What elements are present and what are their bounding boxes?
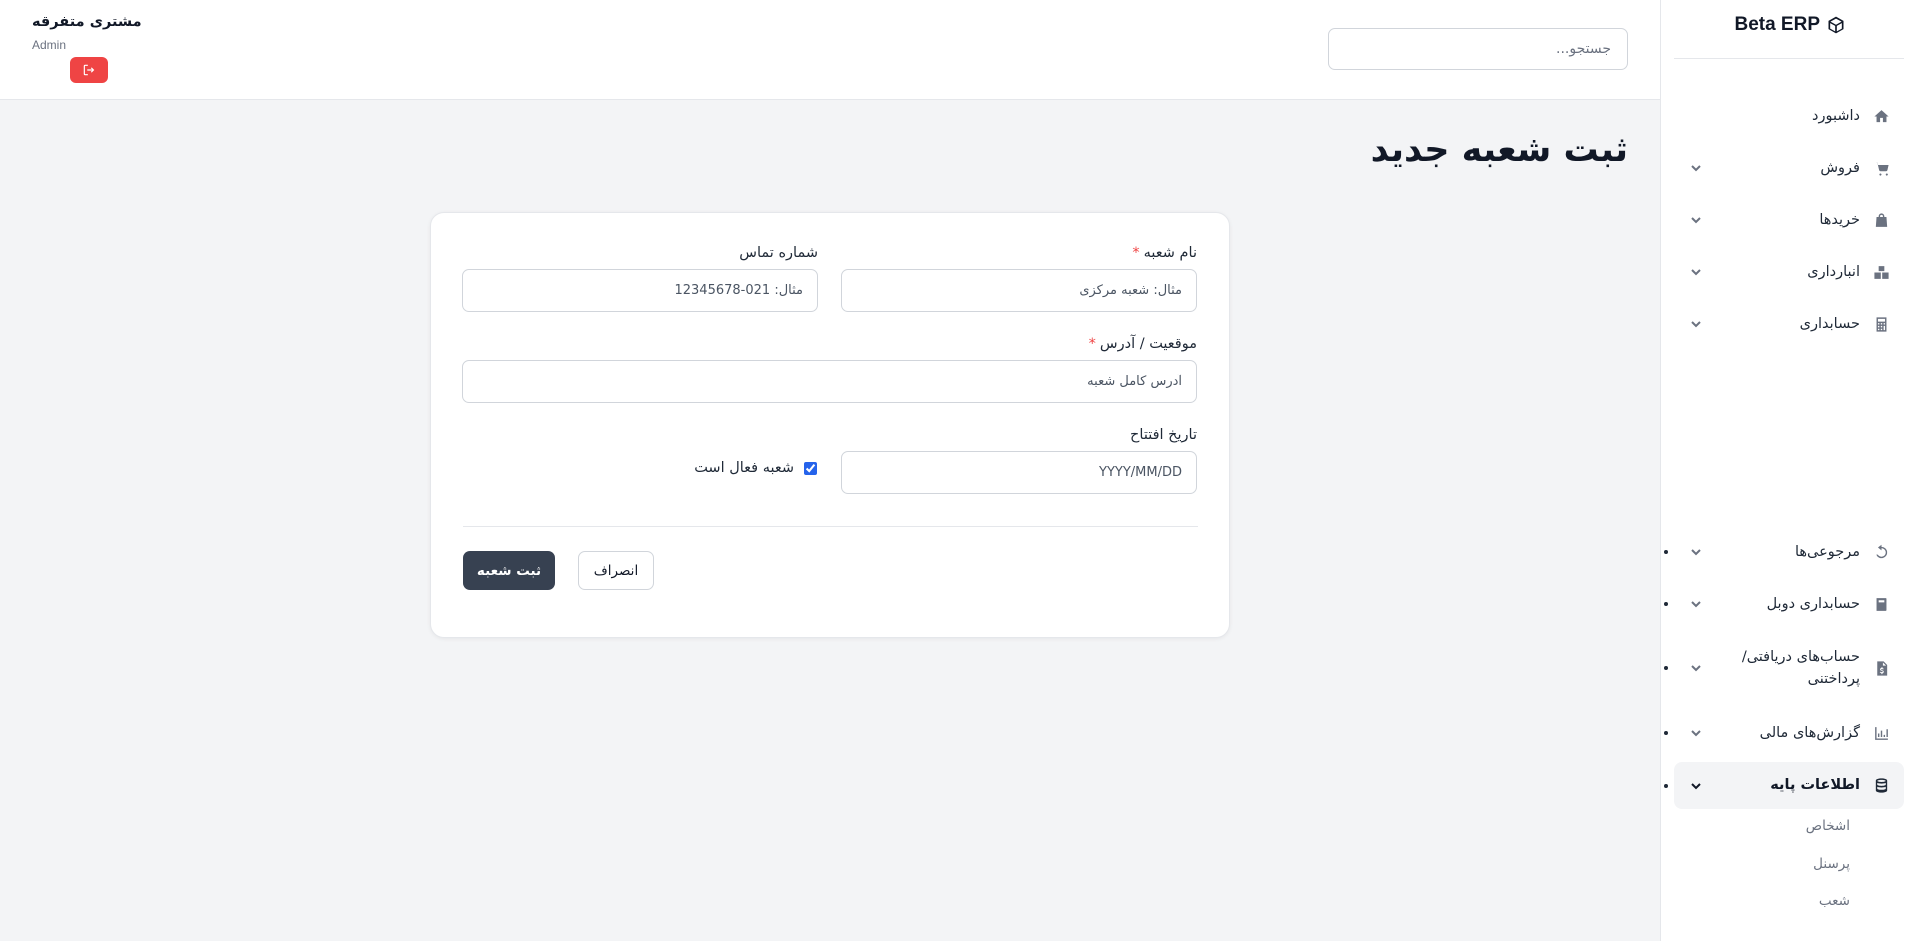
sidebar-item-label: انبارداری [1807, 263, 1860, 280]
active-checkbox[interactable] [804, 461, 817, 475]
sidebar-item-label: حساب‌های دریافتی/ پرداختنی [1741, 648, 1860, 687]
branch-name-input[interactable] [841, 269, 1197, 312]
chevron-down-icon [1688, 264, 1704, 280]
chevron-down-icon [1688, 725, 1704, 741]
page-title: ثبت شعبه جدید [1370, 130, 1628, 170]
sidebar: Beta ERP داشبورد فروش خریدها انبارداری ح… [1660, 0, 1918, 941]
book-icon [1872, 595, 1890, 613]
brand-divider [1674, 58, 1904, 59]
home-icon [1872, 107, 1890, 125]
sidebar-item-receivables-payables[interactable]: حساب‌های دریافتی/ پرداختنی [1664, 640, 1904, 696]
sidebar-subitem-branches[interactable]: شعب [1819, 893, 1850, 909]
sidebar-item-label: مرجوعی‌ها [1794, 543, 1860, 560]
chevron-down-icon [1688, 160, 1704, 176]
undo-icon [1872, 543, 1890, 561]
bullet [1664, 783, 1668, 788]
user-role: Admin [32, 38, 67, 52]
opening-date-label: تاریخ افتتاح [1130, 427, 1197, 443]
top-header: مشتری متفرقه Admin [0, 0, 1660, 100]
sidebar-item-accounting[interactable]: حسابداری [1674, 302, 1904, 346]
logout-button[interactable] [70, 57, 108, 83]
user-name: مشتری متفرقه [32, 14, 142, 30]
sidebar-item-label: داشبورد [1812, 107, 1860, 124]
chart-icon [1872, 724, 1890, 742]
cart-icon [1872, 159, 1890, 177]
form-divider [463, 526, 1198, 527]
bag-icon [1872, 211, 1890, 229]
bullet [1664, 602, 1668, 606]
sidebar-item-dashboard[interactable]: داشبورد [1674, 94, 1904, 138]
branch-name-label: نام شعبه* [1132, 245, 1197, 261]
chevron-down-icon [1688, 778, 1704, 794]
opening-date-input[interactable] [841, 451, 1197, 494]
address-input[interactable] [462, 360, 1197, 403]
bullet [1664, 666, 1668, 670]
sidebar-item-financial-reports[interactable]: گزارش‌های مالی [1664, 711, 1904, 755]
sidebar-item-label: اطلاعات پایه [1770, 777, 1860, 794]
chevron-down-icon [1688, 316, 1704, 332]
sidebar-item-inventory[interactable]: انبارداری [1674, 250, 1904, 294]
database-icon [1872, 777, 1890, 795]
cube-icon [1826, 15, 1846, 35]
cancel-button[interactable]: انصراف [578, 551, 654, 590]
sidebar-item-label: گزارش‌های مالی [1759, 724, 1860, 741]
phone-input[interactable] [462, 269, 818, 312]
search-input[interactable] [1328, 28, 1628, 70]
chevron-down-icon [1688, 212, 1704, 228]
sidebar-item-label: حسابداری [1799, 315, 1860, 332]
address-label-text: موقعیت / آدرس [1099, 336, 1197, 352]
sidebar-item-sales[interactable]: فروش [1674, 146, 1904, 190]
chevron-down-icon [1688, 660, 1704, 676]
bullet [1664, 731, 1668, 735]
logout-icon [82, 63, 96, 77]
branch-name-label-text: نام شعبه [1143, 245, 1197, 261]
brand[interactable]: Beta ERP [1734, 14, 1846, 36]
required-mark: * [1132, 245, 1140, 261]
calculator-icon [1872, 315, 1890, 333]
submit-branch-button[interactable]: ثبت شعبه [463, 551, 555, 590]
sidebar-subitem-staff[interactable]: پرسنل [1813, 856, 1850, 872]
bullet [1664, 550, 1668, 554]
sidebar-item-label: فروش [1820, 159, 1860, 176]
brand-name: Beta ERP [1734, 14, 1820, 35]
active-checkbox-group: شعبه فعال است [694, 460, 817, 476]
sidebar-item-purchases[interactable]: خریدها [1674, 198, 1904, 242]
address-label: موقعیت / آدرس* [1089, 336, 1197, 352]
chevron-down-icon [1688, 544, 1704, 560]
boxes-icon [1872, 263, 1890, 281]
branch-form: نام شعبه* شماره تماس موقعیت / آدرس* تاری… [430, 212, 1230, 638]
sidebar-item-returns[interactable]: مرجوعی‌ها [1664, 530, 1904, 574]
sidebar-subitem-persons[interactable]: اشخاص [1806, 818, 1850, 834]
required-mark: * [1088, 336, 1096, 352]
chevron-down-icon [1688, 596, 1704, 612]
phone-label: شماره تماس [739, 245, 818, 261]
sidebar-item-label: حسابداری دوبل [1766, 595, 1860, 612]
sidebar-item-label: خریدها [1819, 211, 1860, 228]
sidebar-item-double-entry[interactable]: حسابداری دوبل [1664, 582, 1904, 626]
invoice-icon [1872, 659, 1890, 677]
sidebar-item-base-info[interactable]: اطلاعات پایه [1664, 762, 1904, 809]
active-checkbox-label[interactable]: شعبه فعال است [694, 460, 794, 476]
